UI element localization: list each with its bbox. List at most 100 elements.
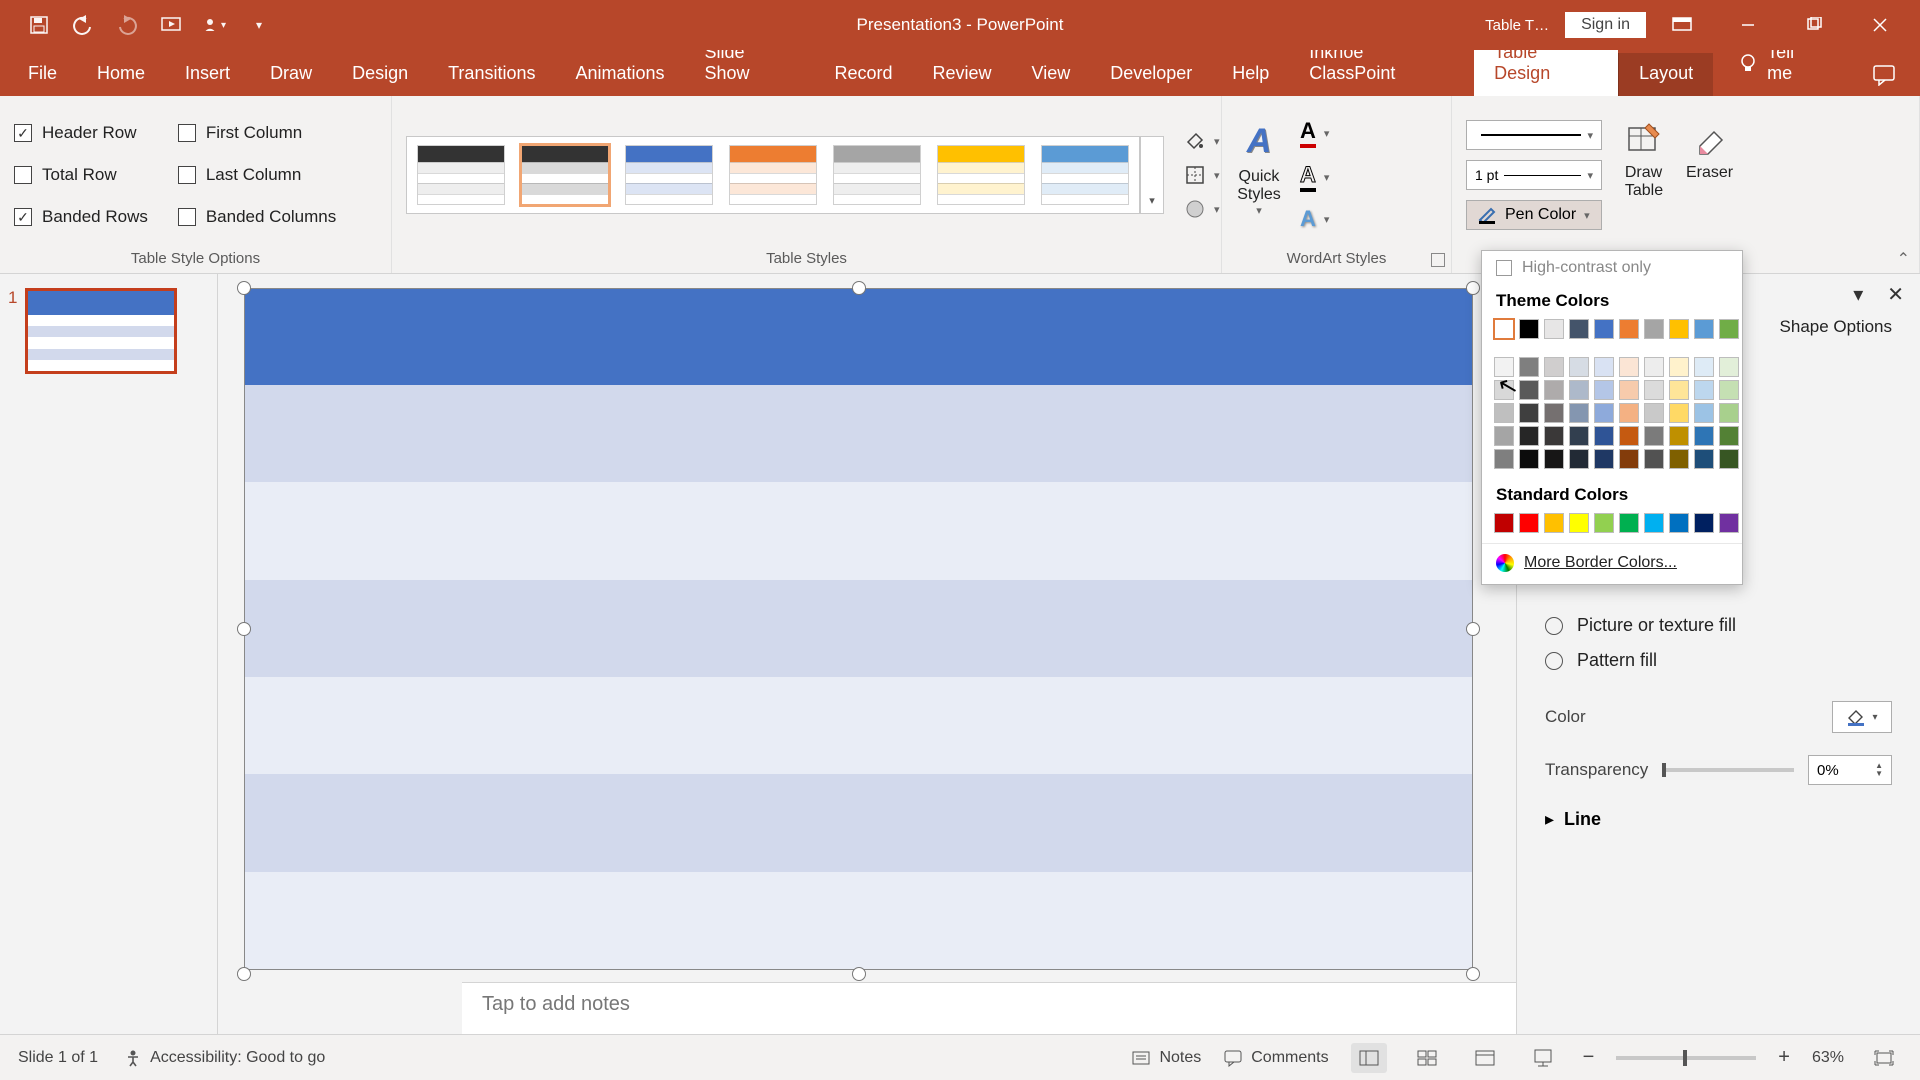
slide-thumbnail-1[interactable] — [25, 288, 177, 374]
color-swatch[interactable] — [1519, 380, 1539, 400]
checkbox-banded-columns[interactable]: Banded Columns — [178, 207, 336, 227]
slideshow-view-button[interactable] — [1525, 1043, 1561, 1073]
transparency-slider[interactable] — [1662, 768, 1794, 772]
color-swatch[interactable] — [1494, 319, 1514, 339]
notes-toggle[interactable]: Notes — [1131, 1049, 1201, 1067]
selection-handle[interactable] — [1466, 622, 1480, 636]
tab-layout[interactable]: Layout — [1618, 53, 1713, 96]
color-swatch[interactable] — [1594, 357, 1614, 377]
selection-handle[interactable] — [237, 967, 251, 981]
color-swatch[interactable] — [1494, 449, 1514, 469]
normal-view-button[interactable] — [1351, 1043, 1387, 1073]
color-swatch[interactable] — [1619, 357, 1639, 377]
color-swatch[interactable] — [1719, 380, 1739, 400]
line-section-toggle[interactable]: ▸Line — [1545, 809, 1892, 830]
checkbox-first-column[interactable]: First Column — [178, 123, 336, 143]
color-swatch[interactable] — [1494, 357, 1514, 377]
tab-help[interactable]: Help — [1212, 53, 1289, 96]
color-swatch[interactable] — [1719, 403, 1739, 423]
color-swatch[interactable] — [1644, 426, 1664, 446]
table-style-thumb[interactable] — [521, 145, 609, 205]
tab-record[interactable]: Record — [814, 53, 912, 96]
color-swatch[interactable] — [1494, 426, 1514, 446]
color-swatch[interactable] — [1619, 319, 1639, 339]
color-swatch[interactable] — [1694, 426, 1714, 446]
color-swatch[interactable] — [1569, 513, 1589, 533]
color-swatch[interactable] — [1619, 403, 1639, 423]
color-swatch[interactable] — [1619, 513, 1639, 533]
tab-developer[interactable]: Developer — [1090, 53, 1212, 96]
color-swatch[interactable] — [1694, 380, 1714, 400]
color-swatch[interactable] — [1544, 449, 1564, 469]
draw-table-button[interactable]: Draw Table — [1624, 120, 1664, 200]
table-style-thumb[interactable] — [417, 145, 505, 205]
tab-draw[interactable]: Draw — [250, 53, 332, 96]
zoom-level[interactable]: 63% — [1812, 1049, 1844, 1067]
color-swatch[interactable] — [1719, 357, 1739, 377]
color-swatch[interactable] — [1669, 380, 1689, 400]
table-style-thumb[interactable] — [625, 145, 713, 205]
color-swatch[interactable] — [1644, 357, 1664, 377]
accessibility-status[interactable]: Accessibility: Good to go — [124, 1049, 325, 1067]
high-contrast-toggle[interactable]: High-contrast only — [1482, 251, 1742, 285]
table-style-thumb[interactable] — [937, 145, 1025, 205]
effects-button[interactable]: ▾ — [1184, 198, 1220, 220]
start-from-beginning-icon[interactable] — [160, 14, 182, 36]
radio-picture-fill[interactable]: Picture or texture fill — [1545, 615, 1892, 636]
fill-color-picker[interactable]: ▾ — [1832, 701, 1892, 733]
borders-button[interactable]: ▾ — [1184, 164, 1220, 186]
pen-weight-combo[interactable]: 1 pt▾ — [1466, 160, 1602, 190]
eraser-button[interactable]: Eraser — [1686, 120, 1733, 182]
qat-customize-icon[interactable]: ▾ — [248, 14, 270, 36]
pen-color-button[interactable]: Pen Color▾ — [1466, 200, 1602, 230]
slide-indicator[interactable]: Slide 1 of 1 — [18, 1049, 98, 1067]
zoom-slider[interactable] — [1616, 1056, 1756, 1060]
color-swatch[interactable] — [1519, 426, 1539, 446]
tab-transitions[interactable]: Transitions — [428, 53, 555, 96]
text-effects-button[interactable]: A▾ — [1300, 206, 1329, 232]
collapse-ribbon-icon[interactable]: ⌃ — [1897, 249, 1910, 269]
color-swatch[interactable] — [1544, 426, 1564, 446]
fit-to-window-button[interactable] — [1866, 1043, 1902, 1073]
color-swatch[interactable] — [1569, 426, 1589, 446]
more-colors-button[interactable]: More Border Colors... — [1482, 543, 1742, 584]
color-swatch[interactable] — [1644, 319, 1664, 339]
sign-in-button[interactable]: Sign in — [1565, 12, 1646, 38]
color-swatch[interactable] — [1594, 449, 1614, 469]
user-icon[interactable]: ▾ — [204, 14, 226, 36]
color-swatch[interactable] — [1619, 449, 1639, 469]
color-swatch[interactable] — [1644, 449, 1664, 469]
color-swatch[interactable] — [1694, 357, 1714, 377]
gallery-more-button[interactable]: ▾ — [1140, 136, 1164, 214]
checkbox-header-row[interactable]: Header Row — [14, 123, 148, 143]
zoom-out-button[interactable]: − — [1583, 1046, 1595, 1069]
table-style-thumb[interactable] — [1041, 145, 1129, 205]
table-object[interactable] — [244, 288, 1473, 970]
color-swatch[interactable] — [1694, 319, 1714, 339]
color-swatch[interactable] — [1594, 426, 1614, 446]
checkbox-banded-rows[interactable]: Banded Rows — [14, 207, 148, 227]
color-swatch[interactable] — [1669, 319, 1689, 339]
selection-handle[interactable] — [1466, 967, 1480, 981]
table-styles-gallery[interactable] — [406, 136, 1140, 214]
slide-sorter-view-button[interactable] — [1409, 1043, 1445, 1073]
color-swatch[interactable] — [1569, 319, 1589, 339]
color-swatch[interactable] — [1519, 449, 1539, 469]
color-swatch[interactable] — [1494, 380, 1514, 400]
selection-handle[interactable] — [1466, 281, 1480, 295]
color-swatch[interactable] — [1719, 449, 1739, 469]
color-swatch[interactable] — [1569, 403, 1589, 423]
color-swatch[interactable] — [1594, 380, 1614, 400]
color-swatch[interactable] — [1694, 403, 1714, 423]
color-swatch[interactable] — [1694, 449, 1714, 469]
color-swatch[interactable] — [1619, 426, 1639, 446]
pane-dropdown-icon[interactable]: ▾ — [1853, 282, 1863, 307]
color-swatch[interactable] — [1519, 357, 1539, 377]
save-icon[interactable] — [28, 14, 50, 36]
checkbox-last-column[interactable]: Last Column — [178, 165, 336, 185]
pane-close-icon[interactable]: ✕ — [1887, 282, 1904, 307]
color-swatch[interactable] — [1594, 403, 1614, 423]
tab-review[interactable]: Review — [912, 53, 1011, 96]
slide-editor[interactable]: ▾ Tap to add notes — [218, 274, 1516, 1034]
color-swatch[interactable] — [1494, 513, 1514, 533]
